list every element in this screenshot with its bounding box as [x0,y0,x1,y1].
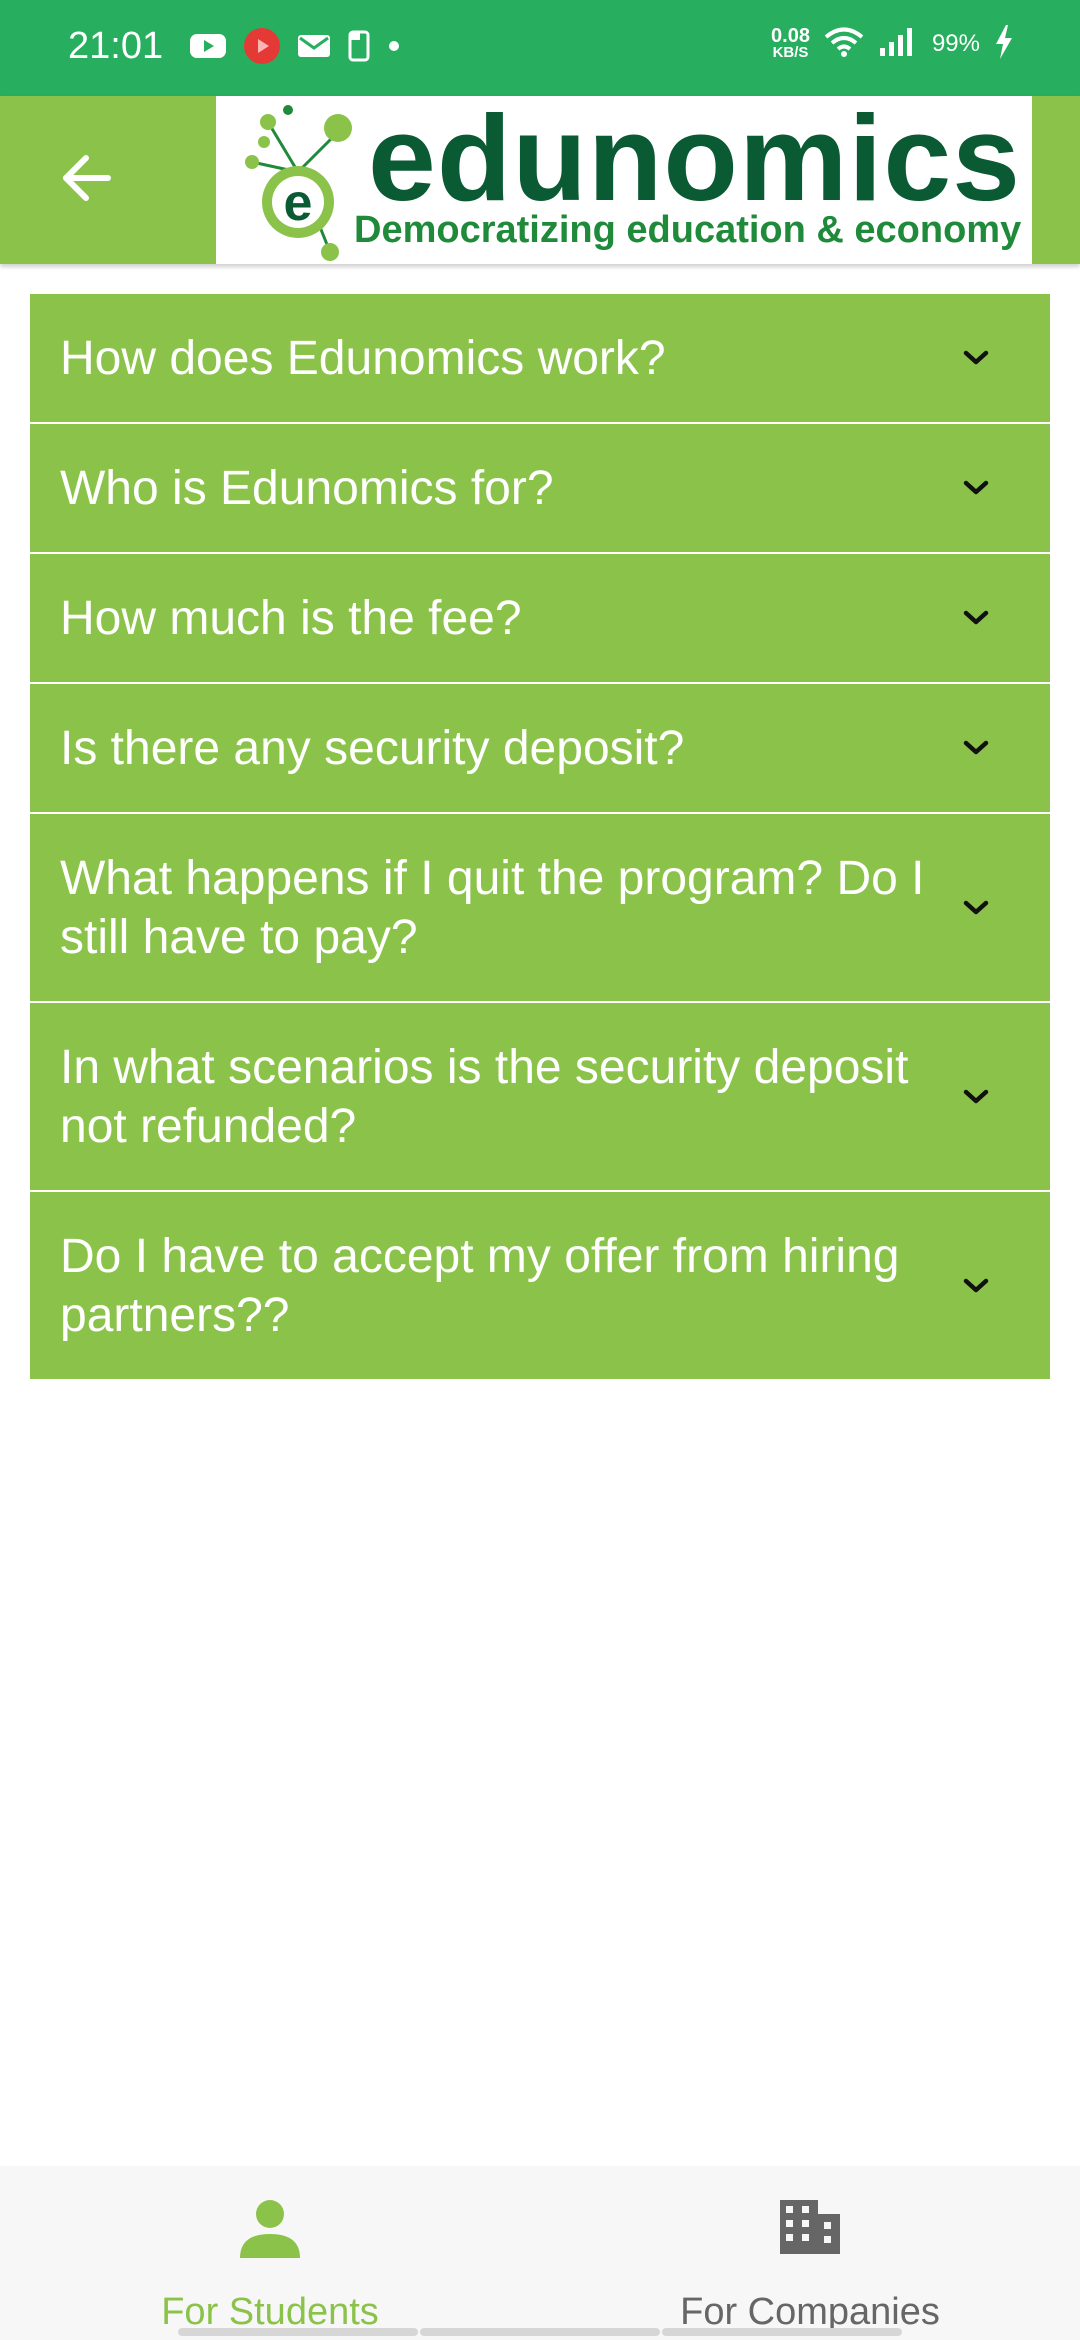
faq-question: What happens if I quit the program? Do I… [60,851,925,964]
faq-item[interactable]: How much is the fee? [30,554,1050,684]
building-icon [778,2196,842,2261]
logo-tagline: Democratizing education & economy [354,209,1022,251]
gesture-bar-segment [420,2328,660,2336]
chevron-down-icon [958,600,994,636]
gesture-bar-segment [662,2328,902,2336]
faq-question: How much is the fee? [60,591,522,645]
tab-for-companies[interactable]: For Companies [540,2166,1080,2340]
signal-icon [878,26,918,63]
youtube-icon [190,32,226,65]
mail-icon [298,33,330,64]
play-app-icon [244,27,280,69]
dot-icon [388,39,400,57]
system-icons: 0.08 KB/S 99% [771,22,1014,66]
net-speed-unit: KB/S [772,44,809,61]
chevron-down-icon [958,1268,994,1304]
faq-question: How does Edunomics work? [60,331,666,385]
app-bar: e edunomics Democratizing education & ec… [0,90,1080,267]
phone-outline-icon [348,30,370,67]
faq-item[interactable]: Is there any security deposit? [30,684,1050,814]
bottom-navigation: For Students For Companies [0,2166,1080,2340]
faq-question: In what scenarios is the security deposi… [60,1040,909,1153]
faq-item[interactable]: Who is Edunomics for? [30,424,1050,554]
gesture-bar-segment [178,2328,418,2336]
logo-emblem-icon: e [238,102,368,267]
net-speed: 0.08 KB/S [771,25,810,61]
status-bar: 21:01 0.08 KB/S 99% [0,0,1080,96]
charging-icon [994,24,1014,64]
wifi-icon [824,26,864,63]
net-speed-value: 0.08 [771,25,810,47]
battery-level: 99% [931,30,980,57]
faq-list: How does Edunomics work? Who is Edunomic… [30,294,1050,1381]
back-button[interactable] [48,142,124,218]
faq-question: Is there any security deposit? [60,721,685,775]
faq-item[interactable]: How does Edunomics work? [30,294,1050,424]
chevron-down-icon [958,1079,994,1115]
tab-for-students[interactable]: For Students [0,2166,540,2340]
faq-item[interactable]: Do I have to accept my offer from hiring… [30,1192,1050,1381]
svg-text:e: e [284,174,313,232]
faq-question: Do I have to accept my offer from hiring… [60,1229,900,1342]
faq-item[interactable]: What happens if I quit the program? Do I… [30,814,1050,1003]
faq-item[interactable]: In what scenarios is the security deposi… [30,1003,1050,1192]
chevron-down-icon [958,340,994,376]
status-time: 21:01 [68,25,164,67]
logo-wordmark: edunomics [368,90,1022,226]
chevron-down-icon [958,890,994,926]
arrow-left-icon [60,154,112,207]
chevron-down-icon [958,470,994,506]
edunomics-logo: e edunomics Democratizing education & ec… [216,90,1032,267]
person-icon [238,2196,302,2265]
notification-icons [190,27,400,69]
faq-question: Who is Edunomics for? [60,461,554,515]
chevron-down-icon [958,730,994,766]
